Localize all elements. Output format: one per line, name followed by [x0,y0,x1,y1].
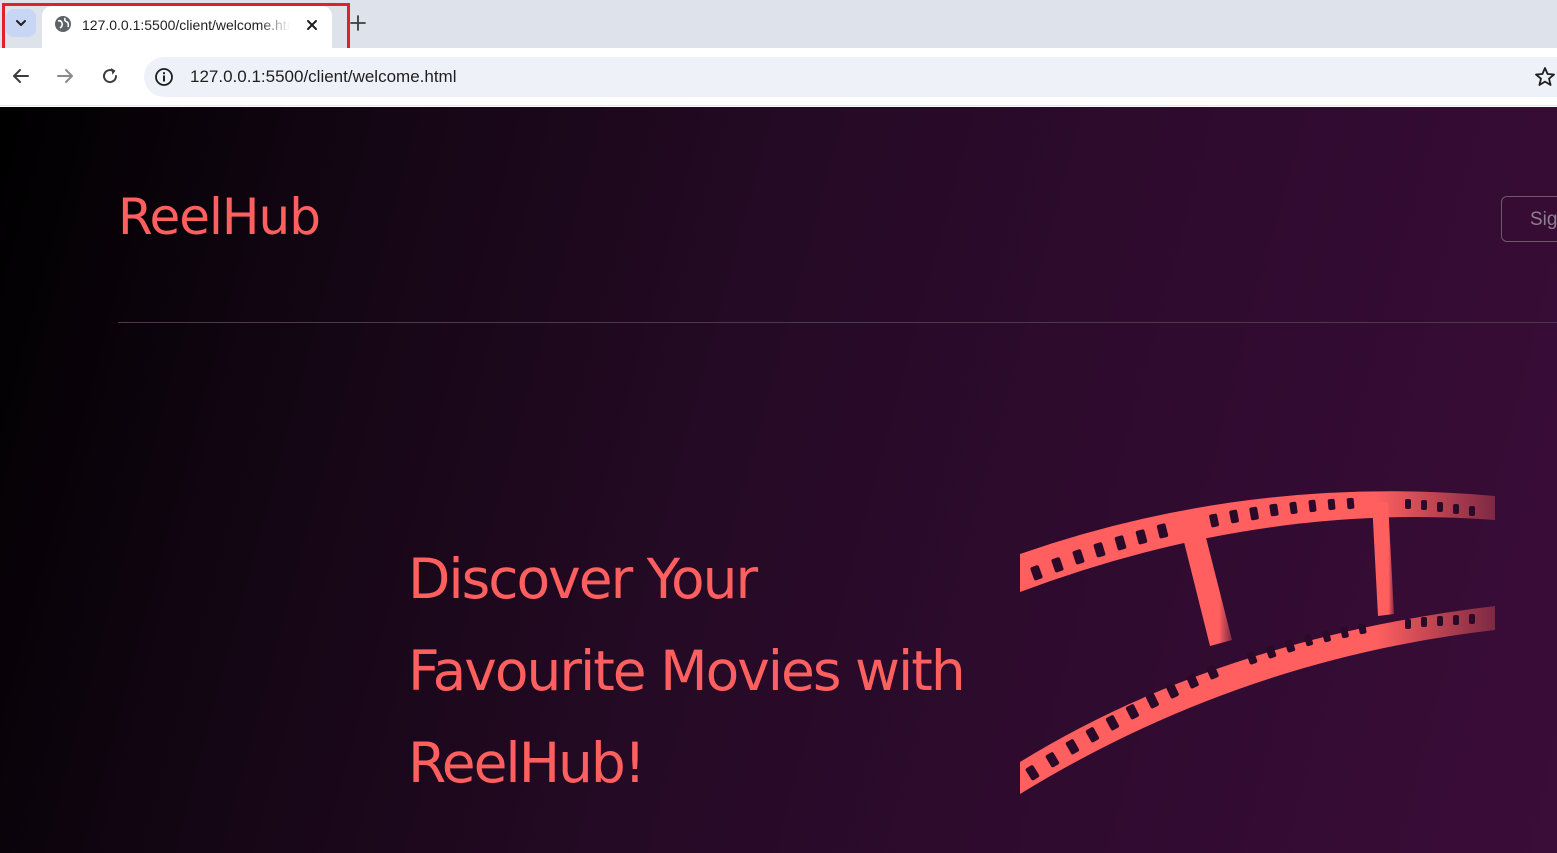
header-divider [118,322,1557,323]
tab-title: 127.0.0.1:5500/client/welcome.html [82,17,290,33]
sign-in-button[interactable]: Sign In [1501,196,1557,242]
star-icon[interactable] [1534,66,1556,88]
plus-icon [350,15,366,31]
info-icon[interactable] [154,67,174,87]
page-content: ReelHub Sign In Discover Your Favourite … [0,107,1557,853]
tab-strip: 127.0.0.1:5500/client/welcome.html [0,0,1557,48]
chevron-down-icon [16,20,26,26]
sign-in-label: Sign In [1530,209,1557,230]
new-tab-button[interactable] [346,11,370,35]
reload-icon [103,68,118,84]
browser-toolbar: 127.0.0.1:5500/client/welcome.html [0,48,1557,106]
tab-search-button[interactable] [6,9,36,37]
back-button[interactable] [8,63,34,89]
forward-arrow-icon [57,69,73,83]
url-text[interactable]: 127.0.0.1:5500/client/welcome.html [190,67,457,87]
globe-icon [55,16,71,32]
film-strip-image [1020,491,1495,794]
hero-line: Favourite Movies with [408,639,966,703]
back-arrow-icon [13,69,29,83]
close-icon [307,20,317,30]
hero-line: Discover Your [408,547,758,611]
reload-button[interactable] [97,63,123,89]
forward-button[interactable] [52,63,78,89]
address-bar[interactable]: 127.0.0.1:5500/client/welcome.html [144,57,1557,97]
hero-line: ReelHub! [408,731,646,795]
brand-logo[interactable]: ReelHub [118,185,321,249]
tab-close-button[interactable] [301,14,323,36]
hero-heading: Discover Your Favourite Movies with Reel… [408,533,988,809]
browser-tab[interactable]: 127.0.0.1:5500/client/welcome.html [42,6,332,48]
